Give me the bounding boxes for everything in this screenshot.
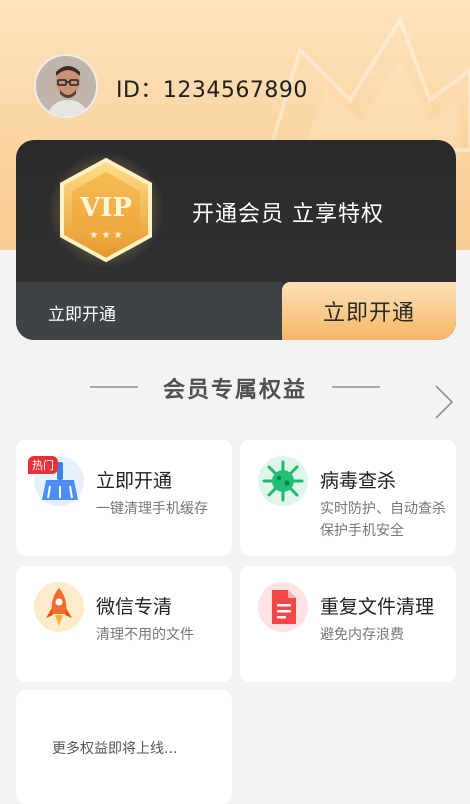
- open-vip-button[interactable]: 立即开通: [282, 282, 456, 340]
- benefit-desc: 清理不用的文件: [96, 627, 194, 643]
- vip-open-label-area: 立即开通: [16, 282, 282, 340]
- virus-icon: [258, 456, 308, 506]
- benefit-desc: 实时防护、自动查杀保护手机安全: [320, 501, 446, 539]
- rocket-icon: [34, 582, 84, 632]
- avatar[interactable]: [34, 54, 98, 118]
- benefit-card-clean[interactable]: 热门 立即开通 一键清理手机缓存: [16, 440, 232, 556]
- vip-badge-icon: VIP ★ ★ ★: [48, 152, 164, 268]
- divider-right: [332, 386, 380, 388]
- benefit-card-virus[interactable]: 病毒查杀 实时防护、自动查杀保护手机安全: [240, 440, 456, 556]
- benefit-card-wechat[interactable]: 微信专清 清理不用的文件: [16, 566, 232, 682]
- open-vip-button-label: 立即开通: [322, 301, 415, 326]
- chevron-right-icon[interactable]: [432, 382, 456, 422]
- more-benefits-text: 更多权益即将上线...: [52, 741, 178, 757]
- section-title: 会员专属权益: [162, 378, 307, 403]
- more-benefits-card: 更多权益即将上线...: [16, 690, 232, 804]
- vip-badge-text: VIP: [79, 193, 132, 223]
- vip-card: VIP ★ ★ ★ 开通会员 立享特权 立即开通 立即开通: [16, 140, 456, 340]
- benefit-title: 微信专清: [96, 596, 173, 618]
- benefit-title: 重复文件清理: [320, 596, 435, 618]
- benefit-title: 病毒查杀: [320, 470, 397, 492]
- benefit-desc: 一键清理手机缓存: [96, 501, 208, 517]
- benefit-title: 立即开通: [96, 470, 173, 492]
- benefit-desc: 避免内存浪费: [320, 627, 404, 643]
- section-header: 会员专属权益: [0, 368, 470, 408]
- user-id: ID：1234567890: [116, 78, 308, 103]
- hot-badge: 热门: [28, 456, 58, 474]
- svg-text:★ ★ ★: ★ ★ ★: [89, 230, 122, 241]
- vip-slogan: 开通会员 立享特权: [192, 202, 384, 227]
- document-icon: [258, 582, 308, 632]
- vip-open-label: 立即开通: [48, 305, 116, 325]
- benefit-card-duplicate[interactable]: 重复文件清理 避免内存浪费: [240, 566, 456, 682]
